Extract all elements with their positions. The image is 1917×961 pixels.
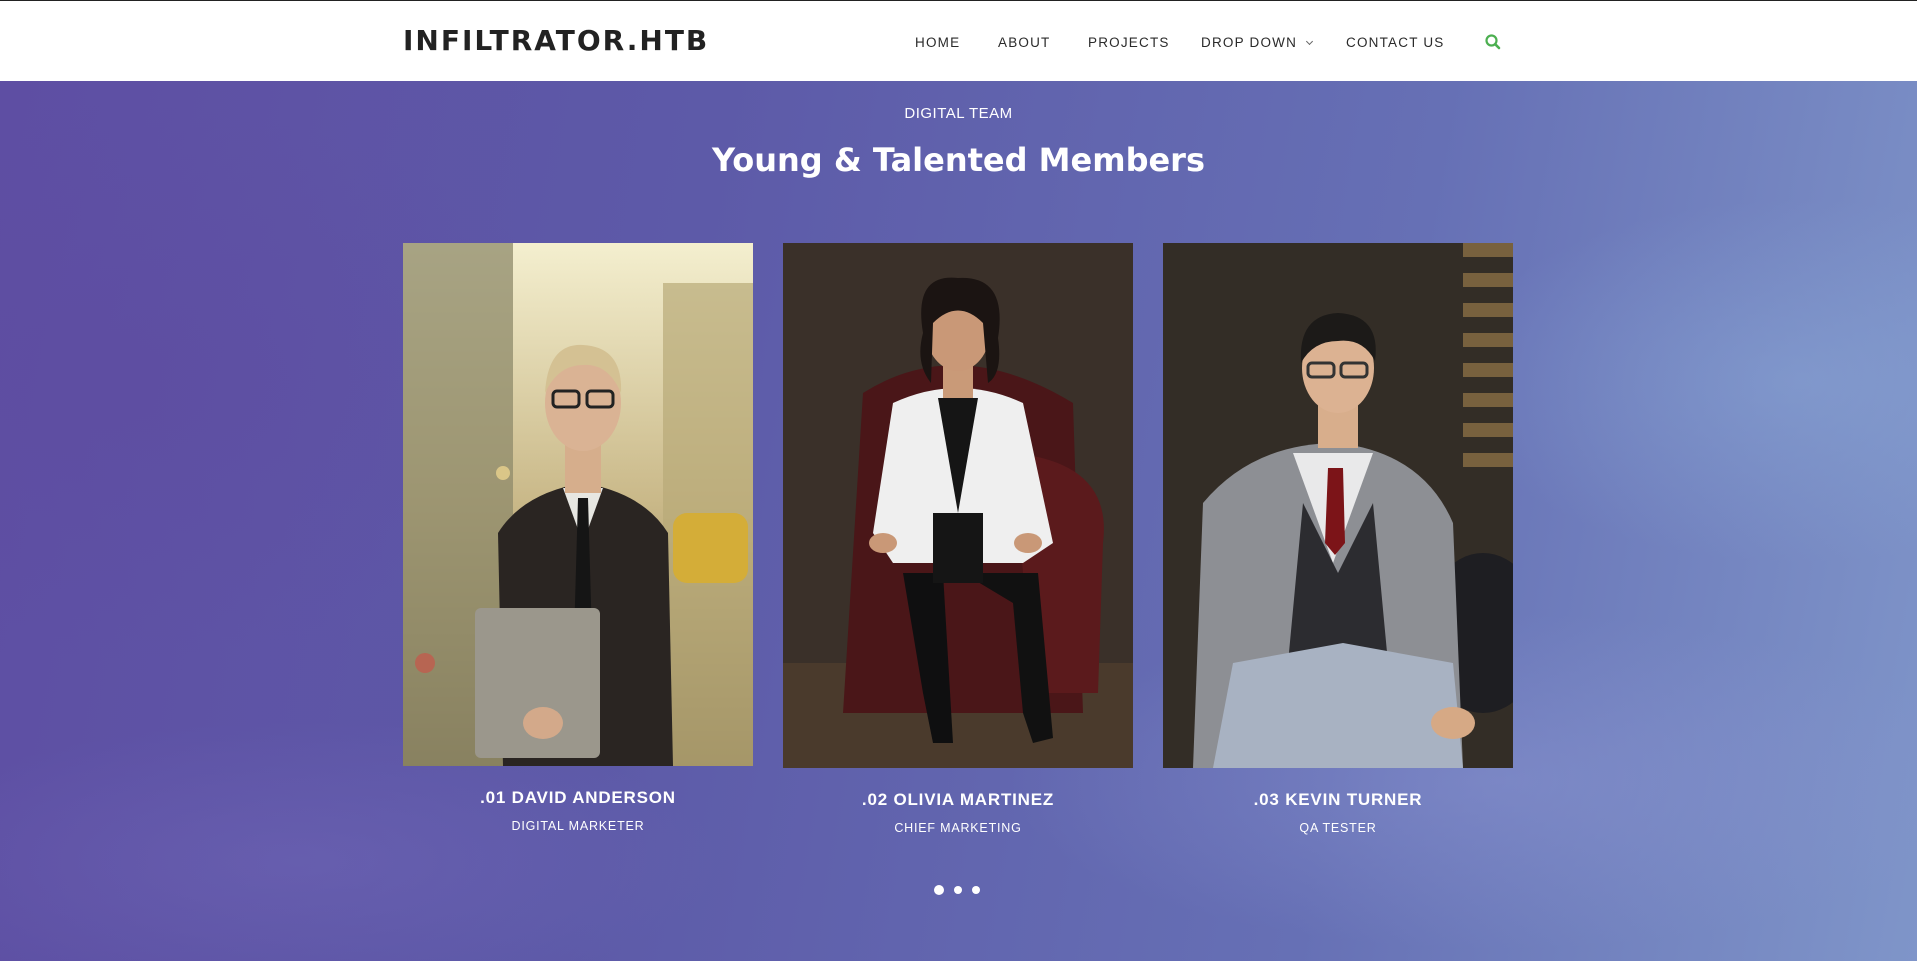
nav-home[interactable]: HOME bbox=[915, 34, 960, 52]
search-icon bbox=[1485, 34, 1501, 50]
carousel-dot-active[interactable] bbox=[934, 885, 944, 895]
nav-about[interactable]: ABOUT bbox=[998, 34, 1051, 52]
member-name: .02 OLIVIA MARTINEZ bbox=[861, 790, 1055, 809]
site-logo[interactable]: INFILTRATOR.HTB bbox=[403, 23, 709, 59]
member-role: CHIEF MARKETING bbox=[894, 821, 1022, 835]
member-name: .01 DAVID ANDERSON bbox=[480, 788, 676, 807]
section-eyebrow: DIGITAL TEAM bbox=[904, 105, 1013, 122]
carousel-dot[interactable] bbox=[972, 886, 980, 894]
nav-projects[interactable]: PROJECTS bbox=[1088, 34, 1170, 52]
member-photo bbox=[1163, 243, 1513, 768]
member-role: DIGITAL MARKETER bbox=[511, 819, 645, 833]
nav-contact-us[interactable]: CONTACT US bbox=[1346, 34, 1445, 52]
nav-drop-down[interactable]: DROP DOWN bbox=[1201, 34, 1314, 52]
member-photo bbox=[783, 243, 1133, 768]
member-name: .03 KEVIN TURNER bbox=[1253, 790, 1423, 809]
site-header: INFILTRATOR.HTB HOME ABOUT PROJECTS DROP… bbox=[0, 0, 1917, 81]
team-card[interactable]: .02 OLIVIA MARTINEZ CHIEF MARKETING bbox=[783, 243, 1133, 835]
team-card[interactable]: .03 KEVIN TURNER QA TESTER bbox=[1163, 243, 1513, 835]
search-button[interactable] bbox=[1484, 33, 1502, 51]
member-role: QA TESTER bbox=[1299, 821, 1377, 835]
nav-drop-down-label: DROP DOWN bbox=[1201, 35, 1298, 50]
carousel-dot[interactable] bbox=[954, 886, 962, 894]
member-photo bbox=[403, 243, 753, 766]
section-heading: Young & Talented Members bbox=[712, 141, 1205, 179]
chevron-down-icon bbox=[1306, 37, 1314, 46]
team-card[interactable]: .01 DAVID ANDERSON DIGITAL MARKETER bbox=[403, 243, 753, 833]
